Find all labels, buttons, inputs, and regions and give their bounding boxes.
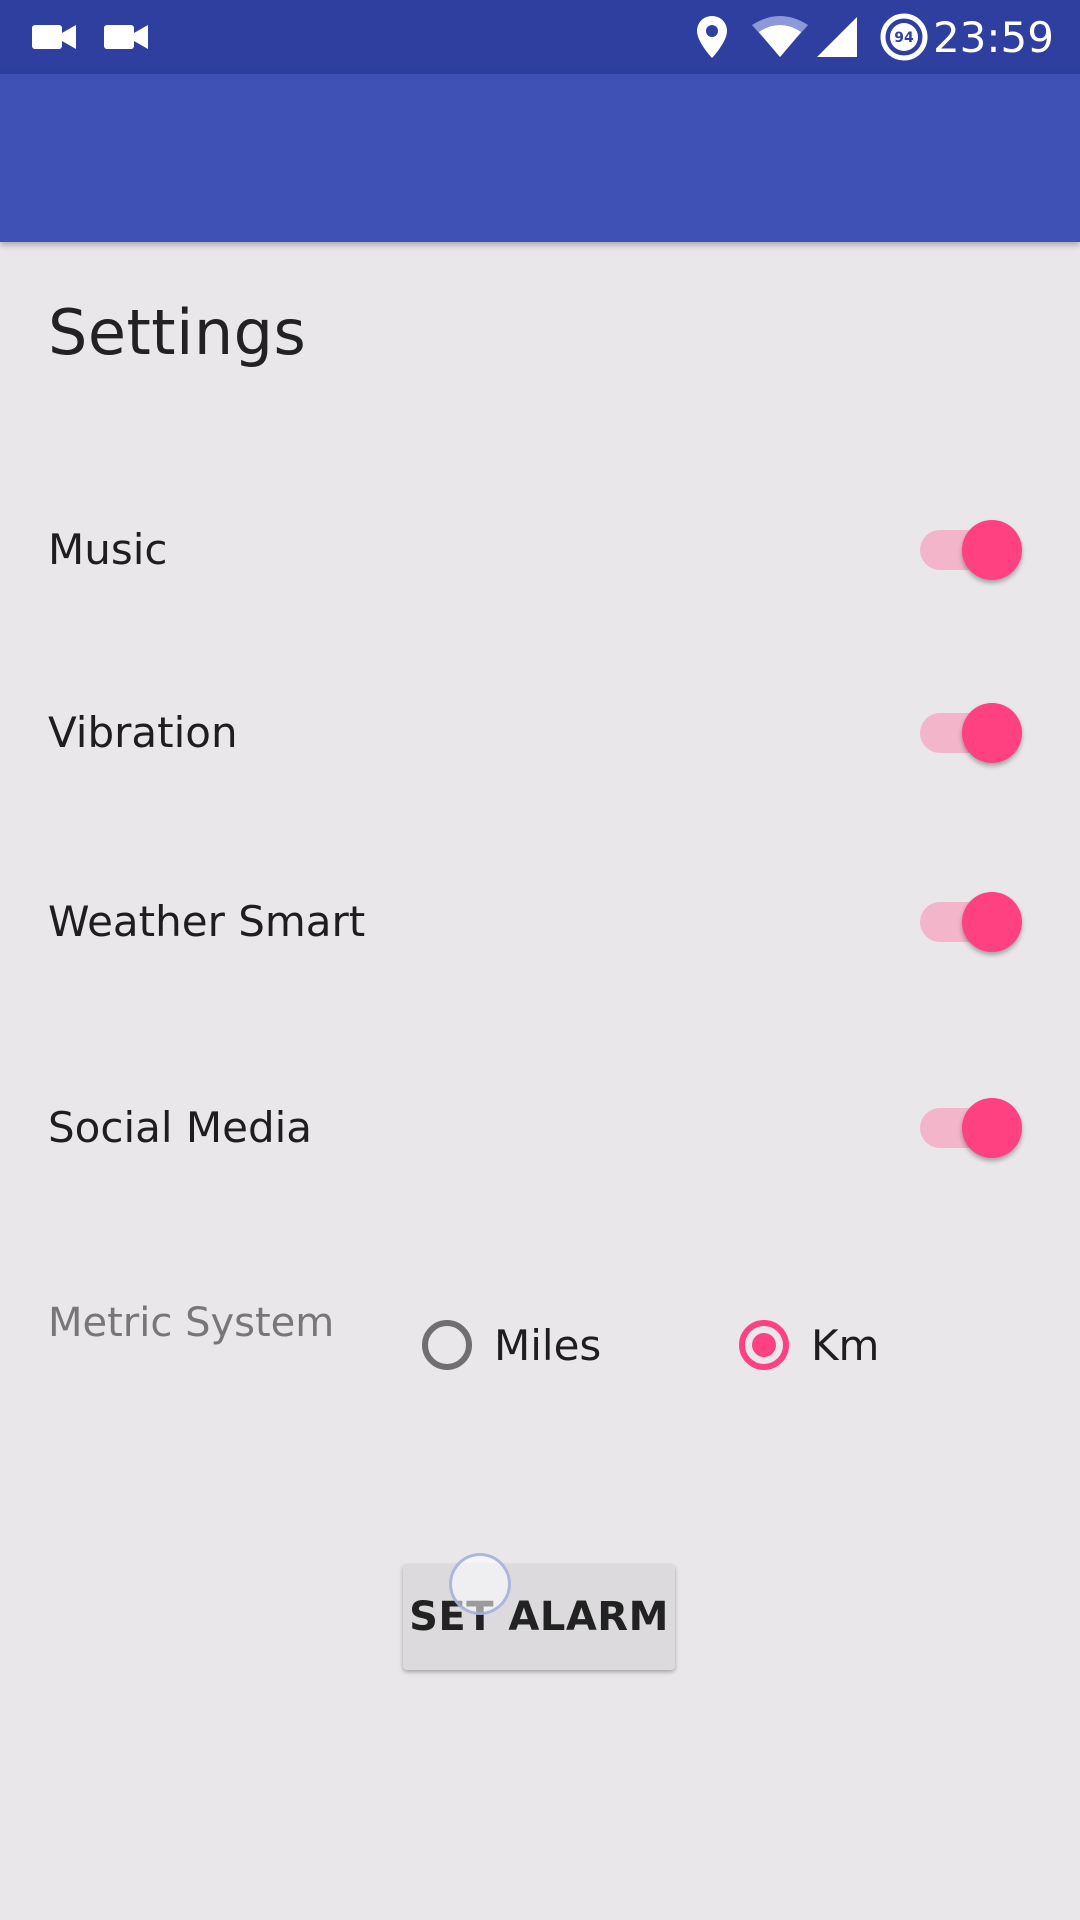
radio-checked-icon: [739, 1320, 789, 1370]
radio-label-km: Km: [811, 1320, 880, 1370]
app-bar: [0, 74, 1080, 242]
status-bar: 94 23:59: [0, 0, 1080, 74]
radio-dot: [752, 1333, 776, 1357]
status-time: 23:59: [932, 13, 1054, 62]
setting-label-weather-smart: Weather Smart: [48, 897, 366, 946]
setting-label-vibration: Vibration: [48, 708, 238, 757]
battery-level: 94: [894, 30, 914, 46]
radio-unchecked-icon: [422, 1320, 472, 1370]
battery-saver-icon: 94: [878, 0, 930, 74]
cell-signal-icon: [814, 0, 860, 74]
switch-thumb: [962, 520, 1022, 580]
page-title: Settings: [48, 296, 307, 369]
setting-label-social-media: Social Media: [48, 1103, 313, 1152]
switch-thumb: [962, 703, 1022, 763]
metric-system-label: Metric System: [48, 1300, 335, 1346]
video-camera-icon: [100, 0, 154, 74]
radio-label-miles: Miles: [494, 1320, 602, 1370]
vibration-switch[interactable]: [920, 703, 1024, 763]
video-camera-icon: [28, 0, 82, 74]
setting-row-weather-smart: Weather Smart: [0, 872, 1080, 972]
weather-smart-switch[interactable]: [920, 892, 1024, 952]
wifi-icon: [748, 0, 812, 74]
setting-row-social-media: Social Media: [0, 1078, 1080, 1178]
set-alarm-button[interactable]: SET ALARM: [403, 1564, 675, 1670]
setting-row-music: Music: [0, 500, 1080, 600]
setting-label-music: Music: [48, 525, 168, 574]
radio-miles[interactable]: Miles: [422, 1312, 601, 1378]
setting-row-vibration: Vibration: [0, 683, 1080, 783]
location-pin-icon: [690, 0, 734, 74]
switch-thumb: [962, 892, 1022, 952]
music-switch[interactable]: [920, 520, 1024, 580]
radio-km[interactable]: Km: [739, 1312, 879, 1378]
social-media-switch[interactable]: [920, 1098, 1024, 1158]
switch-thumb: [962, 1098, 1022, 1158]
